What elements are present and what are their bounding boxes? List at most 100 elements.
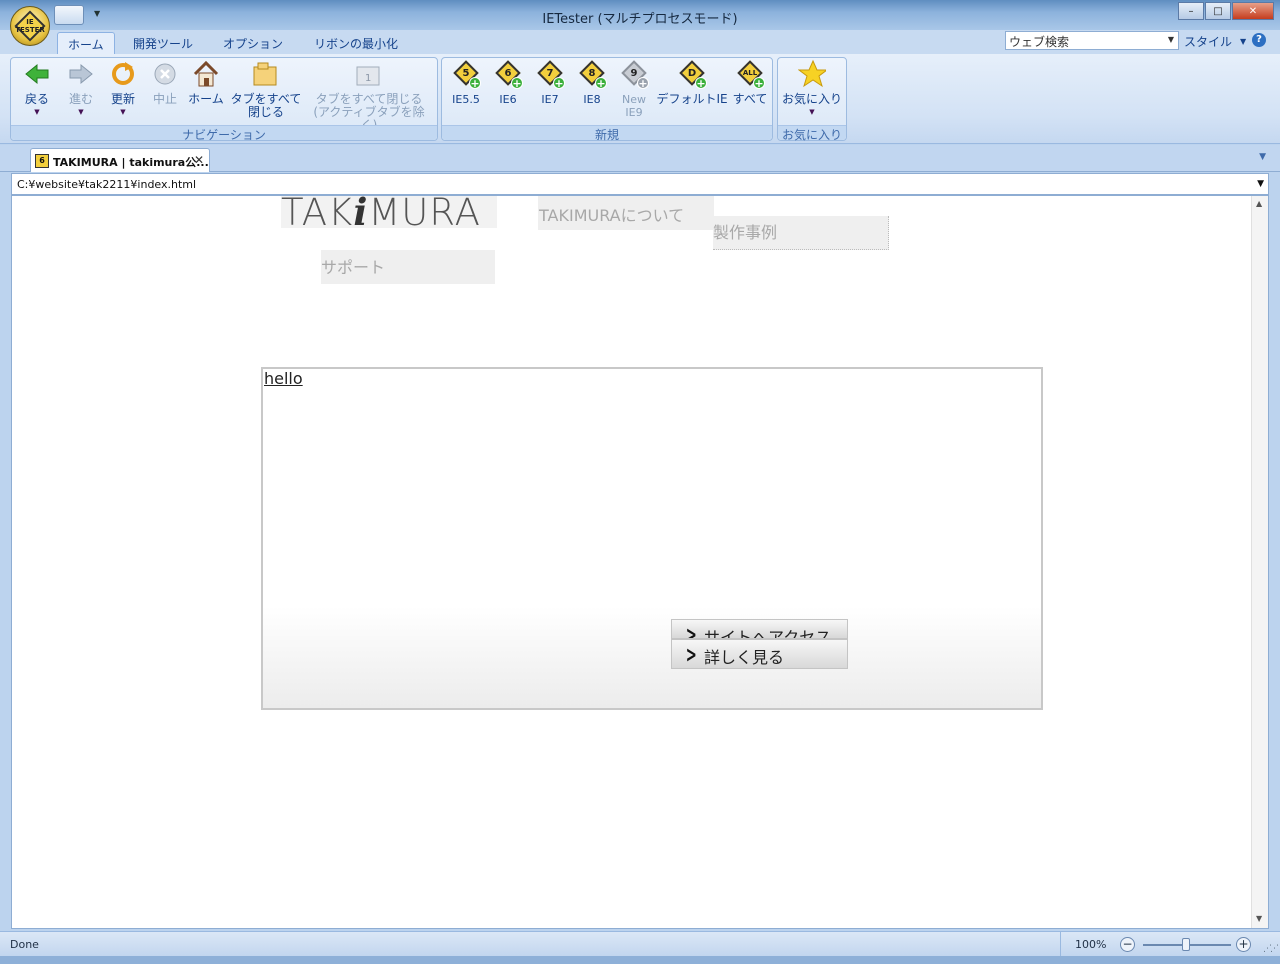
favorites-button[interactable]: お気に入り ▼ — [780, 59, 844, 119]
stop-button[interactable]: 中止 — [147, 60, 183, 106]
zoom-out-icon[interactable]: − — [1120, 937, 1135, 952]
refresh-button[interactable]: 更新 ▼ — [105, 60, 141, 119]
status-text: Done — [10, 938, 39, 951]
close-button[interactable]: ✕ — [1232, 2, 1274, 20]
address-bar[interactable]: C:¥website¥tak2211¥index.html ▼ — [11, 173, 1269, 195]
forward-button[interactable]: 進む ▼ — [63, 60, 99, 119]
window-bottom-frame — [0, 956, 1280, 964]
tab-options[interactable]: オプション — [213, 32, 293, 54]
refresh-label: 更新 — [110, 92, 135, 106]
back-arrow-icon — [23, 60, 51, 88]
minimize-button[interactable]: – — [1178, 2, 1204, 20]
close-all-line1: タブをすべて — [230, 92, 302, 106]
close-other-tabs-button[interactable]: 1 タブをすべて閉じる (アクティブタブを除く) — [305, 60, 433, 132]
window-controls: – □ ✕ — [1178, 2, 1274, 20]
stop-icon — [151, 60, 179, 88]
document-tab-title: TAKIMURA | takimura公... — [53, 156, 209, 169]
back-label: 戻る — [24, 92, 49, 106]
style-dropdown-icon[interactable]: ▼ — [1240, 37, 1246, 46]
forward-arrow-icon — [67, 60, 95, 88]
ie9-label-line1: New — [622, 93, 646, 106]
new-default-ie-button[interactable]: D + デフォルトIE — [656, 60, 728, 106]
nav-support-link[interactable]: サポート — [321, 250, 495, 284]
forward-label: 進む — [68, 92, 93, 106]
new-ie9-button[interactable]: 9 + New IE9 — [616, 60, 652, 119]
read-more-label: 詳しく見る — [704, 648, 785, 667]
navigation-group: 戻る ▼ 進む ▼ 更新 ▼ 中止 ホーム タブをすべて 閉じる 1 タブをすべ… — [10, 57, 438, 142]
close-other-line1: タブをすべて閉じる — [315, 92, 423, 106]
tab-home[interactable]: ホーム — [57, 32, 115, 54]
ie7-icon: 7 + — [537, 60, 565, 89]
nav-about-link[interactable]: TAKIMURAについて — [538, 196, 714, 230]
home-button[interactable]: ホーム — [185, 60, 227, 106]
search-dropdown-icon[interactable]: ▼ — [1168, 35, 1174, 44]
home-icon — [192, 60, 220, 88]
default-ie-label: デフォルトIE — [656, 92, 728, 106]
all-ie-icon: ALL + — [737, 60, 765, 89]
hello-link[interactable]: hello — [264, 369, 303, 388]
site-access-button[interactable]: > サイトへアクセス — [671, 619, 848, 639]
tab-list-dropdown-icon[interactable]: ▼ — [1259, 152, 1266, 162]
style-menu[interactable]: スタイル — [1184, 33, 1232, 50]
zoom-in-icon[interactable]: + — [1236, 937, 1251, 952]
ie55-label: IE5.5 — [452, 93, 480, 106]
chevron-right-icon: > — [685, 623, 697, 639]
refresh-icon — [109, 60, 137, 88]
refresh-dropdown-icon[interactable]: ▼ — [105, 106, 141, 119]
new-ie6-button[interactable]: 6 + IE6 — [490, 60, 526, 106]
window-title: IETester (マルチプロセスモード) — [542, 12, 738, 27]
favorites-group-label: お気に入り — [778, 125, 846, 142]
close-all-line2: 閉じる — [247, 105, 284, 119]
stop-label: 中止 — [152, 92, 177, 106]
close-all-tabs-button[interactable]: タブをすべて 閉じる — [227, 60, 305, 119]
address-value: C:¥website¥tak2211¥index.html — [17, 178, 197, 191]
back-dropdown-icon[interactable]: ▼ — [19, 106, 55, 119]
star-icon — [798, 59, 826, 88]
tab-devtools[interactable]: 開発ツール — [123, 32, 203, 54]
web-search-value: ウェブ検索 — [1009, 35, 1070, 49]
ie8-icon: 8 + — [579, 60, 607, 89]
address-dropdown-icon[interactable]: ▼ — [1257, 179, 1264, 189]
default-ie-icon: D + — [679, 60, 707, 89]
title-bar: ▼ IETester (マルチプロセスモード) – □ ✕ — [0, 0, 1280, 30]
ie9-label-line2: IE9 — [625, 106, 643, 119]
svg-text:1: 1 — [365, 73, 371, 84]
document-tab[interactable]: 6 TAKIMURA | takimura公... ✕ — [30, 148, 210, 172]
resize-grip-icon[interactable]: ⋰⋰ — [1263, 944, 1279, 954]
forward-dropdown-icon[interactable]: ▼ — [63, 106, 99, 119]
site-logo[interactable]: TAKiMURA — [281, 196, 497, 231]
new-all-button[interactable]: ALL + すべて — [730, 60, 770, 106]
read-more-button[interactable]: > 詳しく見る — [671, 639, 848, 669]
ribbon: 戻る ▼ 進む ▼ 更新 ▼ 中止 ホーム タブをすべて 閉じる 1 タブをすべ… — [0, 54, 1280, 144]
browser-viewport: TAKiMURA TAKIMURAについて 製作事例 サポート hello > … — [11, 195, 1269, 929]
home-label: ホーム — [188, 92, 224, 106]
close-other-tabs-icon: 1 — [355, 60, 383, 88]
new-ie55-button[interactable]: 5 + IE5.5 — [448, 60, 484, 106]
new-ie8-button[interactable]: 8 + IE8 — [574, 60, 610, 106]
app-orb-button[interactable]: IE TESTER — [10, 6, 50, 46]
scroll-up-icon[interactable]: ▲ — [1256, 199, 1262, 208]
ie9-icon: 9 + — [621, 60, 649, 89]
vertical-scrollbar[interactable]: ▲ ▼ — [1251, 196, 1268, 928]
tab-minimize-ribbon[interactable]: リボンの最小化 — [304, 32, 408, 54]
ie7-label: IE7 — [541, 93, 559, 106]
ie6-tab-icon: 6 — [35, 154, 49, 168]
document-tab-bar: 6 TAKIMURA | takimura公... ✕ — [0, 145, 1280, 172]
nav-works-link[interactable]: 製作事例 — [713, 216, 889, 250]
favorites-group: お気に入り ▼ お気に入り — [777, 57, 847, 142]
new-ie7-button[interactable]: 7 + IE7 — [532, 60, 568, 106]
zoom-slider-thumb[interactable] — [1182, 938, 1190, 951]
new-group-label: 新規 — [442, 125, 772, 142]
content-panel: hello > サイトへアクセス > 詳しく見る — [261, 367, 1043, 710]
close-tab-icon[interactable]: ✕ — [194, 153, 204, 167]
zoom-level[interactable]: 100% — [1060, 932, 1116, 957]
maximize-button[interactable]: □ — [1205, 2, 1231, 20]
help-icon[interactable]: ? — [1252, 33, 1266, 47]
ie6-label: IE6 — [499, 93, 517, 106]
web-search-input[interactable]: ウェブ検索 ▼ — [1005, 31, 1179, 50]
back-button[interactable]: 戻る ▼ — [19, 60, 55, 119]
new-tab-group: 5 + IE5.5 6 + IE6 7 + IE7 8 + IE8 9 + New IE9… — [441, 57, 773, 142]
site-access-label: サイトへアクセス — [704, 628, 832, 639]
favorites-dropdown-icon[interactable]: ▼ — [780, 106, 844, 119]
scroll-down-icon[interactable]: ▼ — [1256, 914, 1262, 923]
